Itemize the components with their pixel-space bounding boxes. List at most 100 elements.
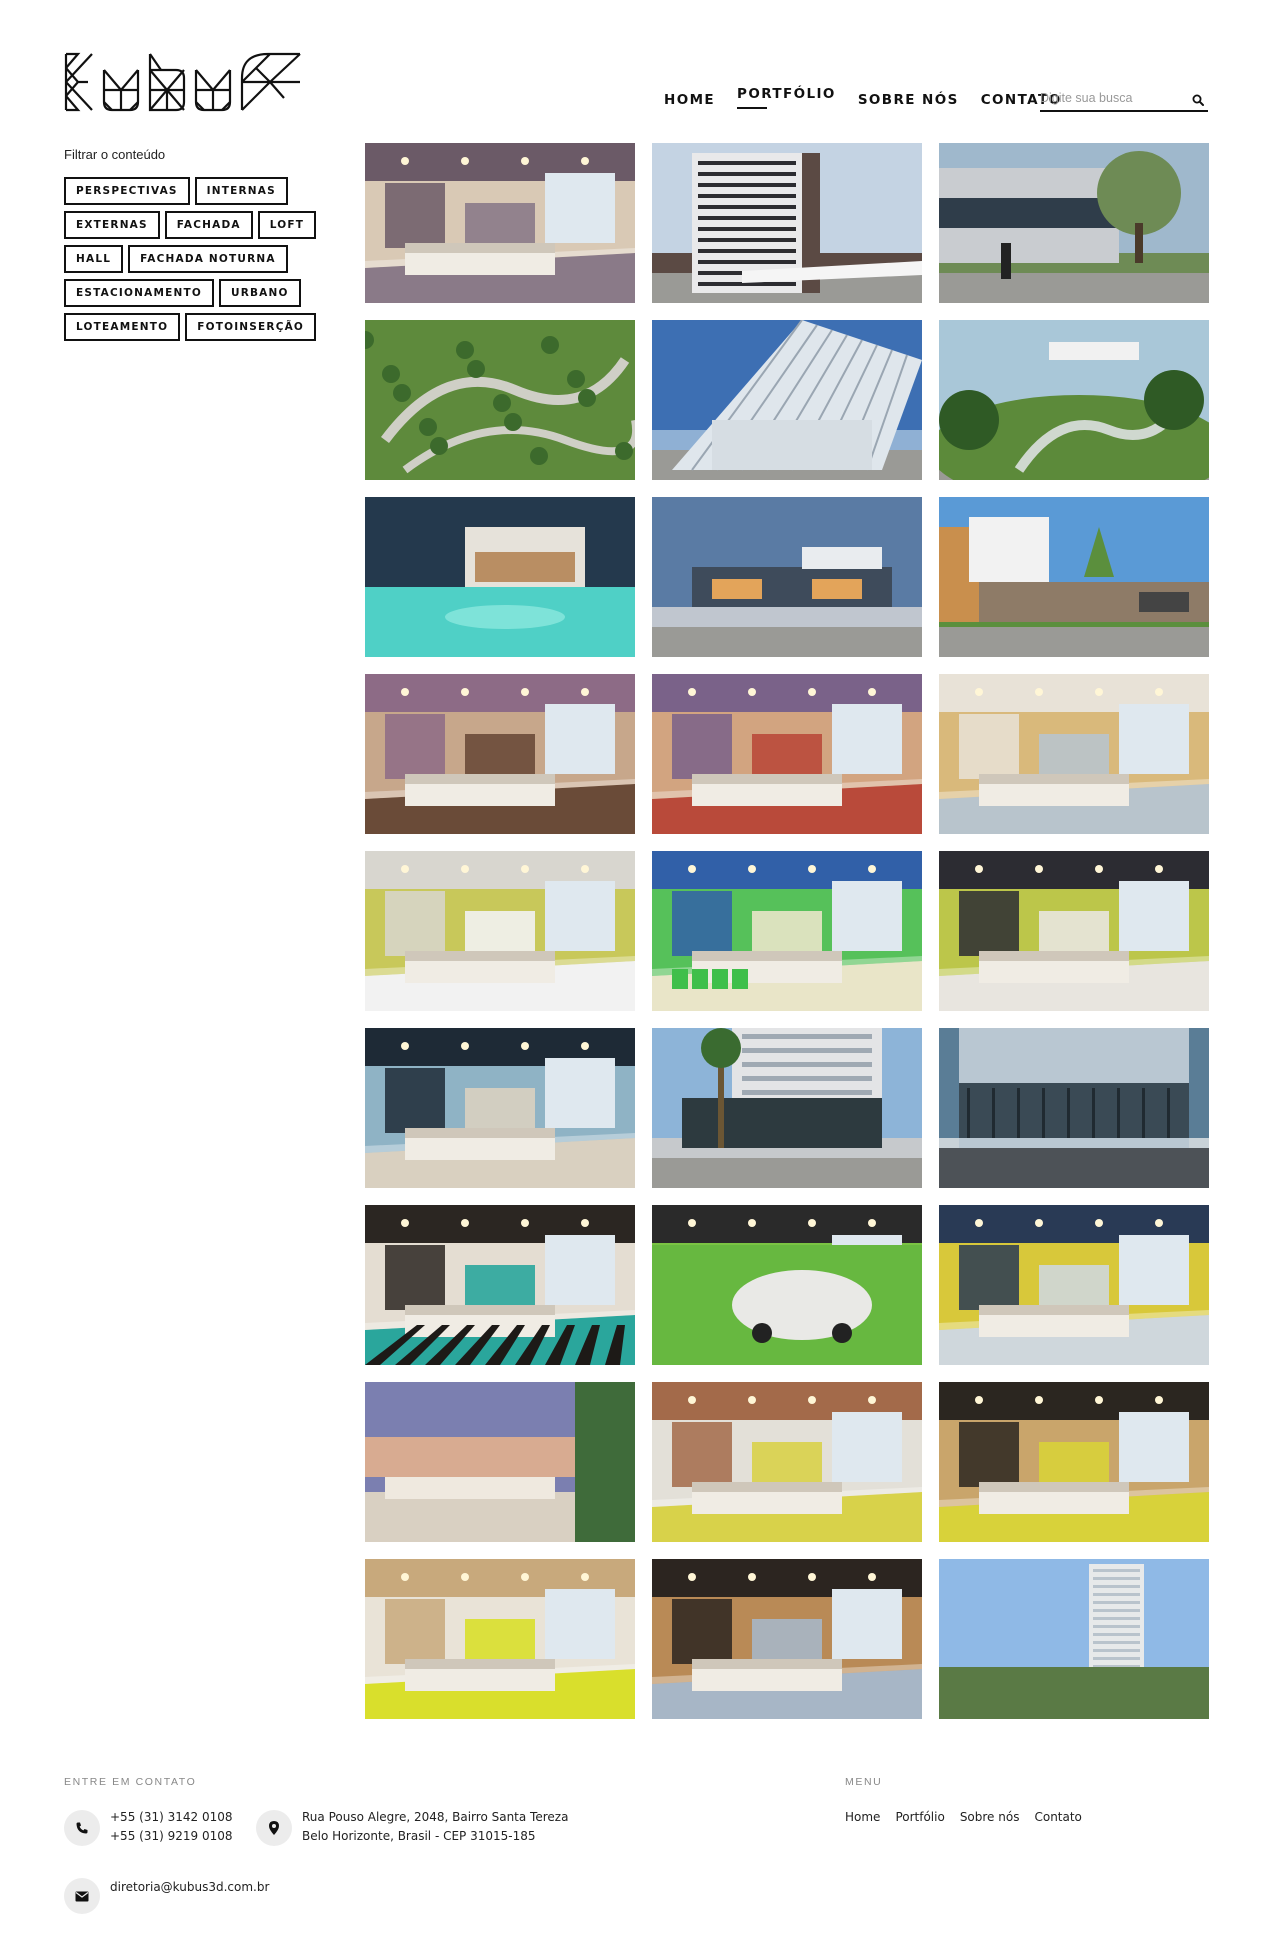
portfolio-gallery [365, 143, 1210, 1719]
render-image [365, 674, 635, 834]
portfolio-thumb-living-tijolo[interactable] [652, 1382, 922, 1542]
render-image [939, 1205, 1209, 1365]
portfolio-thumb-casa-piscina-noturna[interactable] [365, 497, 635, 657]
portfolio-thumb-estrutura-metalica[interactable] [652, 320, 922, 480]
portfolio-thumb-loft-quarto-sala[interactable] [365, 1559, 635, 1719]
render-image [939, 143, 1209, 303]
filter-row: HALL FACHADA NOTURNA [64, 245, 324, 273]
portfolio-thumb-cozinha-gourmet[interactable] [652, 851, 922, 1011]
email[interactable]: diretoria@kubus3d.com.br [110, 1878, 269, 1897]
filter-row: LOTEAMENTO FOTOINSERÇÃO [64, 313, 324, 341]
render-image [365, 1559, 635, 1719]
contact-label: ENTRE EM CONTATO [64, 1776, 197, 1788]
render-image [939, 1559, 1209, 1719]
portfolio-thumb-apartamento-living[interactable] [365, 143, 635, 303]
filter-urbano[interactable]: URBANO [218, 279, 301, 307]
portfolio-thumb-hall-recepcao[interactable] [652, 674, 922, 834]
render-image [652, 674, 922, 834]
filter-internas[interactable]: INTERNAS [194, 177, 288, 205]
logo-mark [64, 52, 301, 112]
filter-tags: PERSPECTIVAS INTERNAS EXTERNAS FACHADA LOFT H… [64, 177, 324, 347]
portfolio-thumb-casa-muro-pedra[interactable] [939, 497, 1209, 657]
render-image [939, 1028, 1209, 1188]
render-image [652, 1205, 922, 1365]
filter-externas[interactable]: EXTERNAS [64, 211, 160, 239]
footer-link-home[interactable]: Home [845, 1810, 880, 1824]
render-image [365, 1028, 635, 1188]
portfolio-thumb-estacionamento-eletrico[interactable] [652, 1205, 922, 1365]
portfolio-thumb-escritorio-vista[interactable] [939, 674, 1209, 834]
footer-link-sobre-nos[interactable]: Sobre nós [960, 1810, 1020, 1824]
filter-estacionamento[interactable]: ESTACIONAMENTO [64, 279, 214, 307]
portfolio-thumb-varanda-por-do-sol[interactable] [365, 1382, 635, 1542]
portfolio-thumb-hall-encore[interactable] [365, 674, 635, 834]
render-image [365, 143, 635, 303]
kubus-logo[interactable] [64, 52, 304, 112]
render-image [652, 1028, 922, 1188]
portfolio-thumb-edificio-fachada[interactable] [652, 143, 922, 303]
render-image [939, 851, 1209, 1011]
search-box [1040, 86, 1208, 112]
portfolio-thumb-condominio-paisagismo[interactable] [939, 320, 1209, 480]
render-image [652, 320, 922, 480]
nav-portfolio[interactable]: PORTFÓLIO [737, 86, 836, 109]
portfolio-thumb-quarto-hotel[interactable] [365, 851, 635, 1011]
render-image [652, 143, 922, 303]
portfolio-thumb-agencia-bancaria[interactable] [365, 1028, 635, 1188]
portfolio-thumb-rua-fachada-comercial[interactable] [939, 143, 1209, 303]
portfolio-thumb-sala-escura-vista[interactable] [652, 1559, 922, 1719]
portfolio-thumb-loft-cozinha-vista[interactable] [939, 1205, 1209, 1365]
search-icon [1192, 94, 1204, 106]
portfolio-thumb-torre-paisagem[interactable] [939, 1559, 1209, 1719]
address-line-2: Belo Horizonte, Brasil - CEP 31015-185 [302, 1829, 536, 1843]
filter-loteamento[interactable]: LOTEAMENTO [64, 313, 181, 341]
nav-sobre-nos[interactable]: SOBRE NÓS [858, 86, 959, 108]
footer-link-portfolio[interactable]: Portfólio [895, 1810, 944, 1824]
search-input[interactable] [1040, 89, 1180, 107]
render-image [652, 1559, 922, 1719]
phone-icon-badge [64, 1810, 100, 1846]
filter-fachada-noturna[interactable]: FACHADA NOTURNA [128, 245, 288, 273]
render-image [365, 851, 635, 1011]
location-icon [269, 1821, 279, 1835]
address-line-1: Rua Pouso Alegre, 2048, Bairro Santa Ter… [302, 1810, 569, 1824]
portfolio-thumb-recepcao-balcao[interactable] [939, 851, 1209, 1011]
location-icon-badge [256, 1810, 292, 1846]
portfolio-thumb-sala-tv-escura[interactable] [939, 1382, 1209, 1542]
footer-menu: Home Portfólio Sobre nós Contato [845, 1810, 1097, 1824]
phone-2[interactable]: +55 (31) 9219 0108 [110, 1827, 232, 1846]
render-image [365, 1382, 635, 1542]
filter-perspectivas[interactable]: PERSPECTIVAS [64, 177, 190, 205]
render-image [652, 497, 922, 657]
main-nav: HOME PORTFÓLIO SOBRE NÓS CONTATO [664, 86, 1083, 109]
phone-1[interactable]: +55 (31) 3142 0108 [110, 1808, 232, 1827]
mail-icon-badge [64, 1878, 100, 1914]
portfolio-thumb-fachada-palmeiras[interactable] [652, 1028, 922, 1188]
footer-menu-label: MENU [845, 1776, 883, 1788]
phone-list: +55 (31) 3142 0108 +55 (31) 9219 0108 [110, 1808, 232, 1846]
nav-home[interactable]: HOME [664, 86, 715, 108]
portfolio-thumb-loteamento-aereo[interactable] [365, 320, 635, 480]
filter-row: PERSPECTIVAS INTERNAS [64, 177, 324, 205]
filter-hall[interactable]: HALL [64, 245, 124, 273]
filter-fotoinserção[interactable]: FOTOINSERÇÃO [185, 313, 317, 341]
filter-title: Filtrar o conteúdo [64, 147, 166, 162]
portfolio-thumb-casa-jardim-entardecer[interactable] [652, 497, 922, 657]
render-image [939, 497, 1209, 657]
mail-icon [75, 1891, 89, 1901]
render-image [652, 851, 922, 1011]
search-button[interactable] [1188, 88, 1208, 108]
filter-fachada[interactable]: FACHADA [164, 211, 253, 239]
render-image [365, 1205, 635, 1365]
portfolio-thumb-hall-listrado[interactable] [365, 1205, 635, 1365]
filter-loft[interactable]: LOFT [257, 211, 317, 239]
render-image [939, 1382, 1209, 1542]
render-image [652, 1382, 922, 1542]
portfolio-thumb-fachada-vidro-rua[interactable] [939, 1028, 1209, 1188]
render-image [939, 674, 1209, 834]
render-image [939, 320, 1209, 480]
filter-row: EXTERNAS FACHADA LOFT [64, 211, 324, 239]
render-image [365, 497, 635, 657]
footer-link-contato[interactable]: Contato [1034, 1810, 1081, 1824]
render-image [365, 320, 635, 480]
